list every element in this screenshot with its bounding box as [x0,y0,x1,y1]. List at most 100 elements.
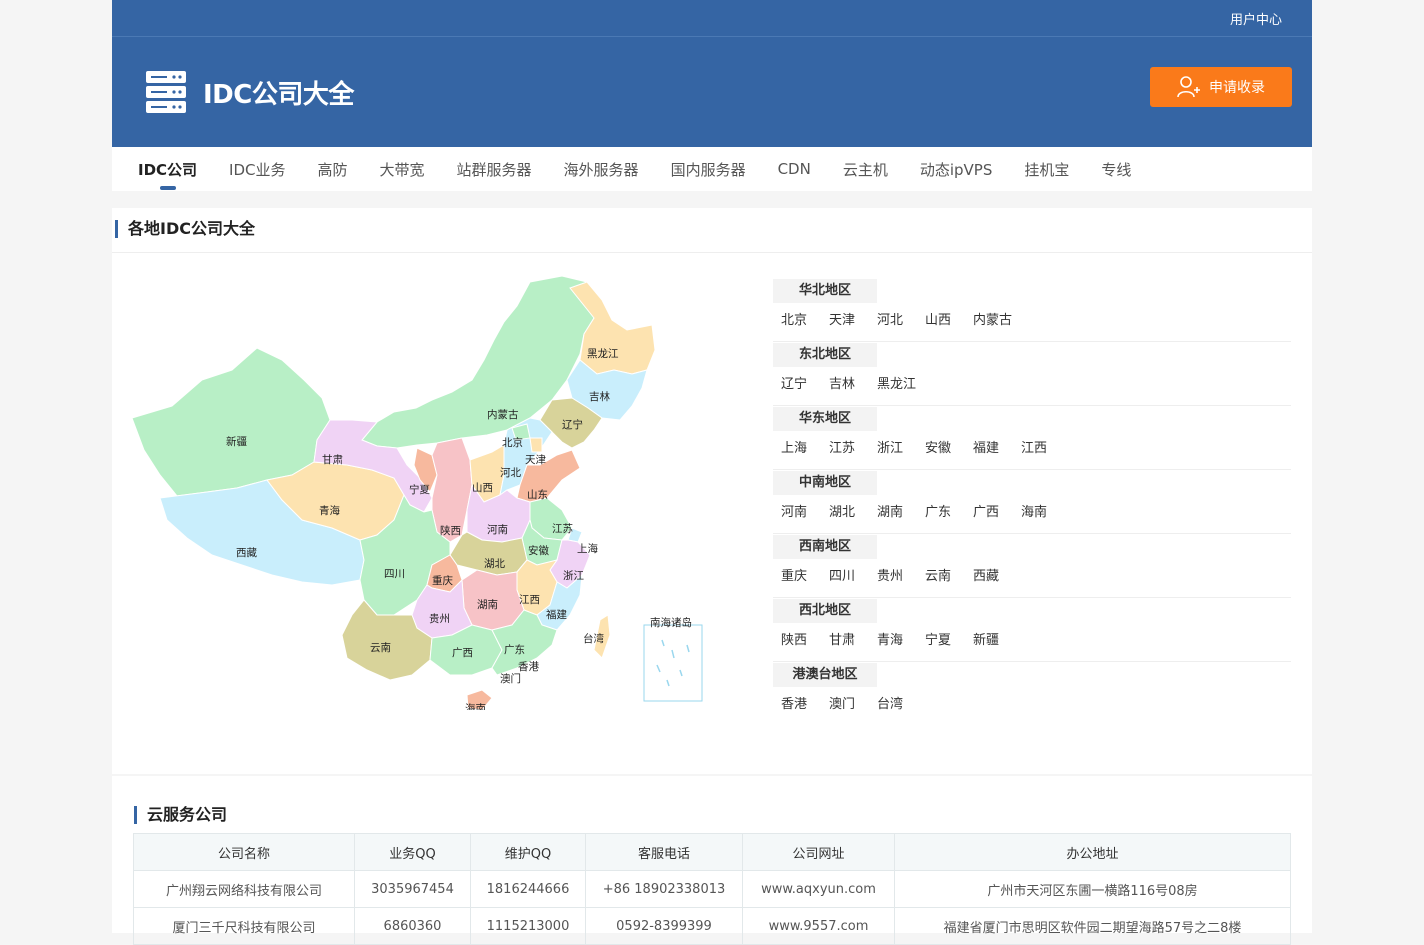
map-label: 宁夏 [409,483,430,496]
map-section: 各地IDC公司大全 黑龙江 吉林 辽宁 内蒙古 北京 天津 河北 山西 山东 新… [112,208,1312,774]
nav-item-overseas[interactable]: 海外服务器 [564,147,639,192]
city-link[interactable]: 青海 [877,629,925,648]
nav-item-cdn[interactable]: CDN [778,148,811,190]
city-link[interactable]: 甘肃 [829,629,877,648]
region-tag: 东北地区 [773,343,877,367]
map-label: 安徽 [528,544,549,557]
map-label: 内蒙古 [487,408,519,421]
china-map[interactable]: 黑龙江 吉林 辽宁 内蒙古 北京 天津 河北 山西 山东 新疆 甘肃 宁夏 青海… [132,270,732,710]
region-tag: 华北地区 [773,279,877,303]
city-link[interactable]: 黑龙江 [877,373,925,392]
city-link[interactable]: 新疆 [973,629,1021,648]
city-link[interactable]: 贵州 [877,565,925,584]
office-address: 广州市天河区东圃一横路116号08房 [894,870,1291,908]
map-label: 台湾 [583,632,604,645]
region-tag: 华东地区 [773,407,877,431]
nav-item-bandwidth[interactable]: 大带宽 [380,147,425,192]
region-northwest: 西北地区 陕西 甘肃 青海 宁夏 新疆 [773,598,1291,662]
map-label: 重庆 [432,574,453,587]
map-label: 江苏 [552,522,573,535]
nav-item-cloud-host[interactable]: 云主机 [843,147,888,192]
region-tag: 中南地区 [773,471,877,495]
nav-item-domestic[interactable]: 国内服务器 [671,147,746,192]
map-label: 上海 [577,542,598,555]
region-central-south: 中南地区 河南 湖北 湖南 广东 广西 海南 [773,470,1291,534]
city-link[interactable]: 吉林 [829,373,877,392]
map-label: 吉林 [589,390,610,403]
server-icon [146,71,186,113]
company-name-link[interactable]: 广州翔云网络科技有限公司 [133,870,355,908]
nav-item-guaji[interactable]: 挂机宝 [1024,147,1069,192]
map-label: 辽宁 [562,418,583,431]
map-label: 黑龙江 [587,347,619,360]
city-link[interactable]: 河南 [781,501,829,520]
map-label: 广东 [504,643,525,656]
support-qq: 1115213000 [470,907,586,945]
map-label: 新疆 [226,435,247,448]
city-link[interactable]: 北京 [781,309,829,328]
service-phone: +86 18902338013 [585,870,743,908]
business-qq: 6860360 [354,907,471,945]
city-link[interactable]: 江苏 [829,437,877,456]
city-link[interactable]: 广东 [925,501,973,520]
apply-listing-button[interactable]: 申请收录 [1150,67,1292,107]
city-link[interactable]: 台湾 [877,693,925,712]
map-label: 澳门 [500,672,521,685]
city-link[interactable]: 山西 [925,309,973,328]
city-link[interactable]: 四川 [829,565,877,584]
map-label: 湖南 [477,598,498,611]
nav-item-idc-business[interactable]: IDC业务 [229,147,285,192]
company-website-link[interactable]: www.aqxyun.com [742,870,895,908]
city-link[interactable]: 宁夏 [925,629,973,648]
column-header: 公司名称 [133,833,355,871]
map-region-tianjin [529,437,543,453]
region-east-china: 华东地区 上海 江苏 浙江 安徽 福建 江西 [773,406,1291,470]
city-link[interactable]: 福建 [973,437,1021,456]
city-link[interactable]: 陕西 [781,629,829,648]
city-link[interactable]: 内蒙古 [973,309,1021,328]
table-row: 厦门三千尺科技有限公司 6860360 1115213000 0592-8399… [133,907,1291,945]
company-website-link[interactable]: www.9557.com [742,907,895,945]
city-link[interactable]: 上海 [781,437,829,456]
cloud-section: 云服务公司 公司名称 业务QQ 维护QQ 客服电话 公司网址 办公地址 广州翔云… [112,776,1312,945]
region-north-china: 华北地区 北京 天津 河北 山西 内蒙古 [773,278,1291,342]
city-link[interactable]: 安徽 [925,437,973,456]
city-link[interactable]: 广西 [973,501,1021,520]
city-link[interactable]: 江西 [1021,437,1069,456]
map-label: 云南 [370,641,391,654]
top-bar: 用户中心 [112,0,1312,37]
nav-item-idc-company[interactable]: IDC公司 [138,147,197,192]
city-link[interactable]: 重庆 [781,565,829,584]
support-qq: 1816244666 [470,870,586,908]
map-label: 河北 [500,467,521,479]
nav-item-ddos[interactable]: 高防 [318,147,348,192]
nav-item-dynamic-vps[interactable]: 动态ipVPS [920,147,993,192]
logo[interactable]: IDC公司大全 [146,71,354,113]
user-center-link[interactable]: 用户中心 [1230,9,1282,28]
column-header: 业务QQ [354,833,471,871]
map-label: 陕西 [440,524,461,537]
city-link[interactable]: 澳门 [829,693,877,712]
company-name-link[interactable]: 厦门三千尺科技有限公司 [133,907,355,945]
city-link[interactable]: 天津 [829,309,877,328]
map-label: 西藏 [236,547,257,559]
map-label: 青海 [319,504,340,517]
section-title: 云服务公司 [134,806,227,824]
map-label: 山东 [527,488,548,501]
city-link[interactable]: 云南 [925,565,973,584]
section-title: 各地IDC公司大全 [115,220,255,238]
nav-item-dedicated-line[interactable]: 专线 [1101,147,1131,192]
city-link[interactable]: 湖北 [829,501,877,520]
city-link[interactable]: 海南 [1021,501,1069,520]
city-link[interactable]: 河北 [877,309,925,328]
city-link[interactable]: 湖南 [877,501,925,520]
city-link[interactable]: 浙江 [877,437,925,456]
nav-item-site-cluster[interactable]: 站群服务器 [457,147,532,192]
region-tag: 西南地区 [773,535,877,559]
city-link[interactable]: 西藏 [973,565,1021,584]
region-southwest: 西南地区 重庆 四川 贵州 云南 西藏 [773,534,1291,598]
map-label: 香港 [518,661,539,673]
city-link[interactable]: 辽宁 [781,373,829,392]
region-tag: 西北地区 [773,599,877,623]
city-link[interactable]: 香港 [781,693,829,712]
